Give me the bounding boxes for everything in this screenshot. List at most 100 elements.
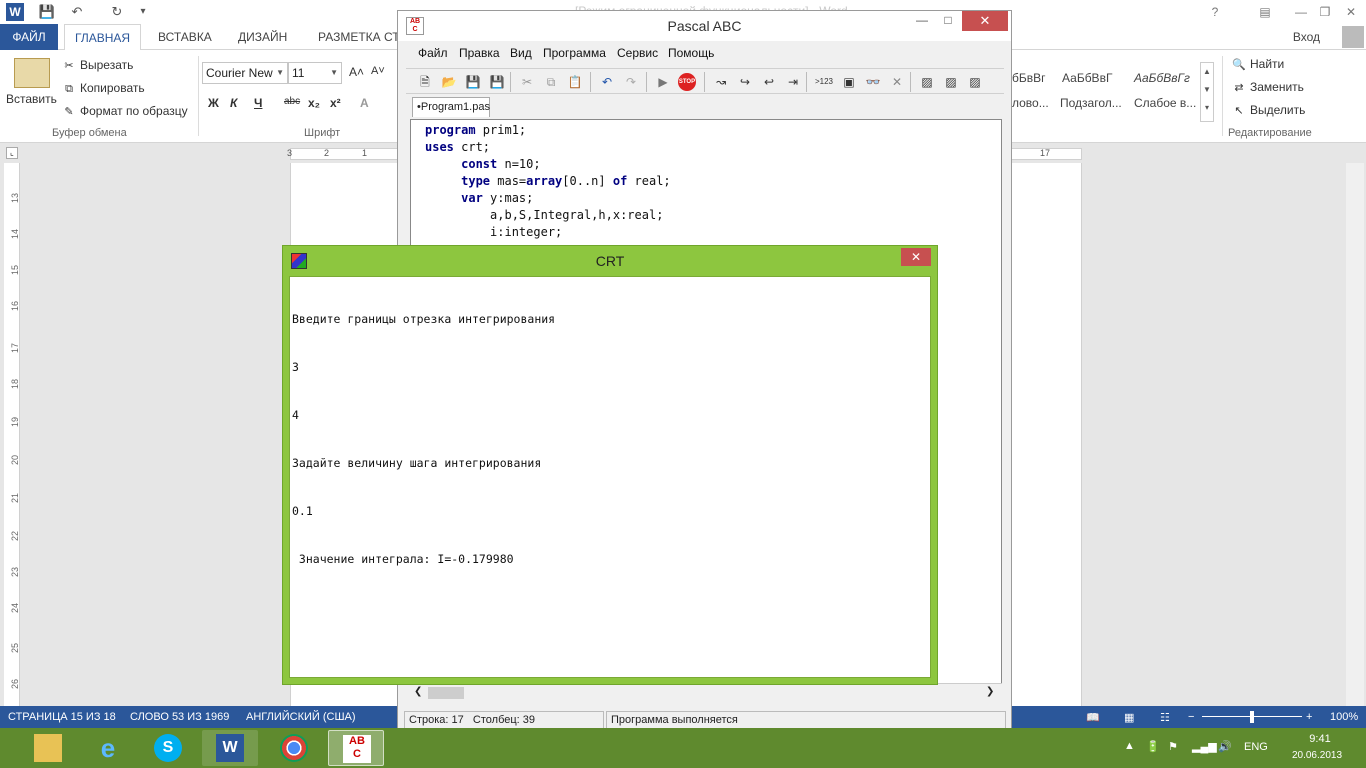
select-button[interactable]: ↖ Выделить — [1232, 103, 1305, 118]
redo-icon[interactable]: ↻ — [106, 2, 128, 22]
menu-program[interactable]: Программа — [543, 46, 606, 60]
paste-icon[interactable] — [14, 58, 50, 88]
rebuild-icon[interactable]: ▨ — [966, 73, 984, 91]
step-out-icon[interactable]: ↩ — [760, 73, 778, 91]
step-into-icon[interactable]: ↝ — [712, 73, 730, 91]
tab-selector-icon[interactable]: ⌞ — [6, 147, 18, 159]
taskbar-word[interactable]: W — [202, 730, 258, 766]
new-file-icon[interactable]: 🗎 — [416, 73, 434, 91]
watch-icon[interactable]: 👓 — [864, 73, 882, 91]
zoom-slider-thumb[interactable] — [1250, 711, 1254, 723]
taskbar-ie[interactable]: e — [80, 730, 136, 766]
evaluate-icon[interactable]: >123 — [812, 73, 836, 91]
menu-service[interactable]: Сервис — [617, 46, 658, 60]
document-scrollbar[interactable] — [1346, 163, 1364, 706]
italic-button[interactable]: К — [230, 96, 237, 110]
status-words[interactable]: СЛОВО 53 ИЗ 1969 — [130, 711, 229, 723]
tray-show-hidden-icon[interactable]: ▲ — [1124, 740, 1135, 752]
run-to-cursor-icon[interactable]: ⇥ — [784, 73, 802, 91]
print-layout-icon[interactable]: ▦ — [1124, 711, 1134, 724]
tray-power-icon[interactable]: 🔋 — [1146, 740, 1160, 753]
status-page[interactable]: СТРАНИЦА 15 ИЗ 18 — [8, 711, 116, 723]
editor-hscroll[interactable]: ❮ ❯ — [410, 683, 1002, 701]
superscript-button[interactable]: x² — [330, 96, 341, 110]
tray-action-center-icon[interactable]: ⚑ — [1168, 740, 1178, 753]
paste-button[interactable]: Вставить — [6, 92, 57, 106]
tray-time[interactable]: 9:41 — [1290, 733, 1350, 745]
stop-icon[interactable]: STOP — [678, 73, 696, 91]
scroll-right-icon[interactable]: ❯ — [986, 686, 994, 697]
status-language[interactable]: АНГЛИЙСКИЙ (США) — [246, 711, 356, 723]
cut-icon[interactable]: ✂ — [518, 73, 536, 91]
hscroll-thumb[interactable] — [428, 687, 464, 699]
clear-icon[interactable]: ✕ — [888, 73, 906, 91]
save-icon[interactable]: 💾 — [36, 2, 58, 22]
menu-file[interactable]: Файл — [418, 46, 448, 60]
undo-icon[interactable]: ↶ — [66, 2, 88, 22]
style-preview-2[interactable]: АаБбВвГ — [1062, 71, 1112, 85]
output-window-icon[interactable]: ▣ — [840, 73, 858, 91]
tray-network-icon[interactable]: ▂▄▆ — [1192, 740, 1217, 753]
styles-scroll[interactable]: ▲ ▼ ▾ — [1200, 62, 1214, 122]
cut-button[interactable]: ✂ Вырезать — [62, 58, 133, 73]
tab-insert[interactable]: ВСТАВКА — [148, 24, 222, 50]
replace-button[interactable]: ⇄ Заменить — [1232, 80, 1304, 95]
bold-button[interactable]: Ж — [208, 96, 219, 110]
tray-date[interactable]: 20.06.2013 — [1282, 750, 1352, 761]
crt-console[interactable]: Введите границы отрезка интегрирования 3… — [289, 276, 931, 678]
sign-in-link[interactable]: Вход — [1293, 30, 1320, 44]
compile-icon[interactable]: ▨ — [918, 73, 936, 91]
tab-home[interactable]: ГЛАВНАЯ — [64, 24, 142, 51]
text-effects-icon[interactable]: A — [360, 96, 369, 110]
strikethrough-button[interactable]: abc — [284, 96, 300, 107]
undo-icon[interactable]: ↶ — [598, 73, 616, 91]
taskbar-skype[interactable]: S — [140, 730, 196, 766]
taskbar-chrome[interactable] — [266, 730, 322, 766]
close-icon[interactable]: ✕ — [1336, 2, 1366, 22]
redo-icon[interactable]: ↷ — [622, 73, 640, 91]
maximize-icon[interactable]: □ — [938, 13, 958, 29]
tab-file[interactable]: ФАЙЛ — [0, 24, 58, 50]
zoom-level[interactable]: 100% — [1330, 711, 1358, 723]
minimize-icon[interactable]: — — [912, 13, 932, 29]
paste-icon[interactable]: 📋 — [566, 73, 584, 91]
close-button[interactable]: ✕ — [901, 248, 931, 266]
format-painter-button[interactable]: ✎ Формат по образцу — [62, 104, 187, 119]
taskbar-explorer[interactable] — [20, 730, 76, 766]
menu-edit[interactable]: Правка — [459, 46, 500, 60]
tray-language[interactable]: ENG — [1244, 741, 1268, 753]
save-icon[interactable]: 💾 — [464, 73, 482, 91]
find-button[interactable]: 🔍 Найти — [1232, 57, 1284, 72]
read-mode-icon[interactable]: 📖 — [1086, 711, 1100, 724]
zoom-out-icon[interactable]: − — [1188, 711, 1194, 723]
font-name-combo[interactable]: Courier New ▼ — [202, 62, 288, 84]
shrink-font-button[interactable]: A˅ — [371, 65, 385, 77]
qat-customize-icon[interactable]: ▾ — [132, 2, 154, 22]
tray-volume-icon[interactable]: 🔊 — [1218, 740, 1232, 753]
zoom-in-icon[interactable]: + — [1306, 711, 1312, 723]
underline-button[interactable]: Ч — [254, 96, 262, 110]
grow-font-button[interactable]: A˄ — [349, 65, 364, 79]
help-icon[interactable]: ? — [1200, 2, 1230, 22]
close-button[interactable]: ✕ — [962, 11, 1008, 31]
tab-program1[interactable]: •Program1.pas — [412, 97, 490, 117]
build-icon[interactable]: ▨ — [942, 73, 960, 91]
copy-icon[interactable]: ⧉ — [542, 73, 560, 91]
scroll-left-icon[interactable]: ❮ — [414, 686, 422, 697]
run-icon[interactable]: ▶ — [654, 73, 672, 91]
menu-view[interactable]: Вид — [510, 46, 532, 60]
style-preview-1[interactable]: бБвВг — [1012, 71, 1046, 85]
taskbar-pascal[interactable]: AB C — [328, 730, 384, 766]
menu-help[interactable]: Помощь — [668, 46, 714, 60]
avatar[interactable] — [1342, 26, 1364, 48]
step-over-icon[interactable]: ↪ — [736, 73, 754, 91]
tab-design[interactable]: ДИЗАЙН — [228, 24, 297, 50]
font-size-combo[interactable]: 11 ▼ — [288, 62, 342, 84]
web-layout-icon[interactable]: ☷ — [1160, 711, 1170, 724]
ribbon-options-icon[interactable]: ▤ — [1250, 2, 1280, 22]
style-preview-3[interactable]: АаБбВвГг — [1134, 71, 1190, 85]
save-all-icon[interactable]: 💾 — [488, 73, 506, 91]
open-folder-icon[interactable]: 📂 — [440, 73, 458, 91]
subscript-button[interactable]: x₂ — [308, 96, 320, 110]
copy-button[interactable]: ⧉ Копировать — [62, 81, 145, 96]
